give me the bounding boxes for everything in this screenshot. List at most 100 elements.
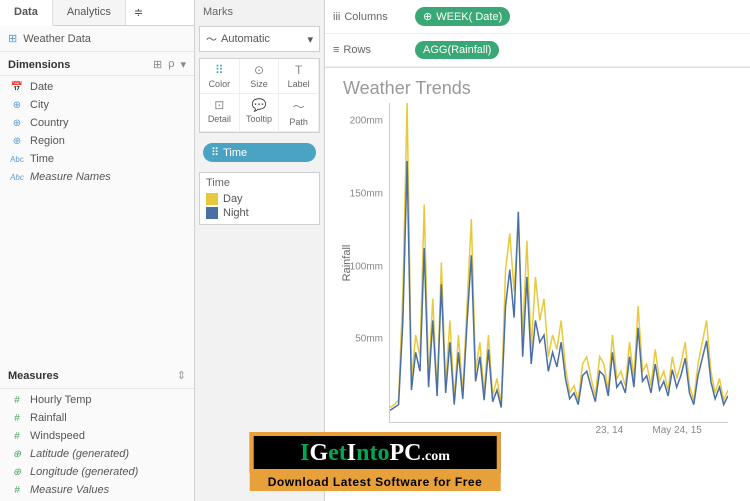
marks-grid: ⠿ Color ⊙ Size TLabel ⊡ Detail 💬 Tooltip 〜 Pa… — [199, 58, 320, 133]
swatch-day — [206, 193, 218, 205]
marks-label[interactable]: TLabel — [279, 59, 319, 94]
color-legend: Time Day Night — [199, 172, 320, 225]
field-date[interactable]: 📅Date — [0, 78, 194, 96]
label-icon: T — [281, 63, 316, 77]
x-axis: 23, 14 May 24, 15 — [389, 425, 728, 443]
legend-item-day[interactable]: Day — [206, 192, 313, 206]
measures-header: Measures ⇕ — [0, 361, 194, 389]
dimensions-title: Dimensions — [8, 59, 70, 71]
path-icon: 〜 — [281, 98, 316, 115]
field-label: Longitude (generated) — [30, 466, 138, 478]
columns-pill[interactable]: ⊕ WEEK( Date) — [415, 7, 510, 26]
field-hourly-temp[interactable]: #Hourly Temp — [0, 391, 194, 409]
pill-label: WEEK( Date) — [436, 11, 502, 23]
field-label: Measure Names — [30, 171, 111, 183]
columns-shelf[interactable]: iii Columns ⊕ WEEK( Date) — [325, 0, 750, 34]
globe-icon: ⊕ — [10, 467, 24, 478]
field-latitude[interactable]: ⊕Latitude (generated) — [0, 445, 194, 463]
shelves: iii Columns ⊕ WEEK( Date) ≡ Rows AGG(Rainfa… — [325, 0, 750, 68]
legend-title: Time — [206, 177, 313, 189]
field-label: Region — [30, 135, 65, 147]
tab-menu-icon[interactable]: ≑ — [126, 0, 151, 25]
y-tick: 200mm — [350, 116, 383, 127]
mark-cell-label: Detail — [208, 114, 231, 124]
chart-title[interactable]: Weather Trends — [343, 78, 732, 99]
marks-tooltip[interactable]: 💬 Tooltip — [240, 94, 280, 132]
plot-area[interactable] — [389, 103, 728, 423]
globe-icon: ⊕ — [10, 136, 24, 147]
marks-pill-time[interactable]: ⠿ Time — [203, 143, 316, 162]
number-icon: # — [10, 395, 24, 406]
mark-cell-label: Tooltip — [246, 114, 272, 124]
search-icon[interactable]: ρ — [168, 58, 174, 71]
marks-panel: Marks 〜 Automatic ▾ ⠿ Color ⊙ Size TLabel ⊡… — [195, 0, 325, 501]
tab-analytics[interactable]: Analytics — [53, 0, 126, 25]
x-tick: 23, 14 — [595, 425, 623, 436]
legend-label: Day — [223, 193, 243, 205]
globe-icon: ⊕ — [10, 449, 24, 460]
y-axis: Rainfall 50mm 100mm 150mm 200mm — [343, 103, 387, 423]
field-rainfall[interactable]: #Rainfall — [0, 409, 194, 427]
field-measure-names[interactable]: AbcMeasure Names — [0, 168, 194, 186]
chevron-down-icon: ▾ — [307, 33, 313, 46]
line-chart-svg — [390, 103, 728, 422]
chart[interactable]: Rainfall 50mm 100mm 150mm 200mm 23, 14 M… — [343, 103, 732, 443]
swatch-night — [206, 207, 218, 219]
marks-path[interactable]: 〜 Path — [279, 94, 319, 132]
x-tick: May 24, 15 — [652, 425, 701, 436]
marks-type-dropdown[interactable]: 〜 Automatic ▾ — [199, 26, 320, 52]
field-city[interactable]: ⊕City — [0, 96, 194, 114]
field-label: Time — [30, 153, 54, 165]
field-country[interactable]: ⊕Country — [0, 114, 194, 132]
mark-cell-label: Path — [289, 117, 308, 127]
dimensions-list: 📅Date ⊕City ⊕Country ⊕Region AbcTime Abc… — [0, 76, 194, 188]
marks-detail[interactable]: ⊡ Detail — [200, 94, 240, 132]
pill-label: AGG(Rainfall) — [423, 44, 491, 56]
columns-icon: iii — [333, 11, 340, 23]
field-label: Rainfall — [30, 412, 67, 424]
y-tick: 50mm — [355, 334, 383, 345]
plus-icon: ⊕ — [423, 10, 432, 23]
line-icon: 〜 — [206, 31, 217, 47]
field-label: City — [30, 99, 49, 111]
globe-icon: ⊕ — [10, 118, 24, 129]
tab-data[interactable]: Data — [0, 0, 53, 26]
rows-pill[interactable]: AGG(Rainfall) — [415, 41, 499, 59]
field-windspeed[interactable]: # Windspeed — [0, 427, 194, 445]
pill-label: Time — [223, 147, 247, 159]
color-icon: ⠿ — [202, 63, 237, 77]
field-label: Date — [30, 81, 53, 93]
number-icon: # — [10, 485, 24, 496]
panel-tabs: Data Analytics ≑ — [0, 0, 194, 26]
measures-title: Measures — [8, 370, 59, 382]
size-icon: ⊙ — [242, 63, 277, 77]
legend-item-night[interactable]: Night — [206, 206, 313, 220]
menu-caret-icon[interactable]: ▾ — [180, 58, 186, 71]
rows-icon: ≡ — [333, 44, 339, 56]
marks-title: Marks — [199, 4, 320, 20]
field-measure-values[interactable]: #Measure Values — [0, 481, 194, 499]
y-tick: 100mm — [350, 261, 383, 272]
mark-cell-label: Size — [250, 79, 268, 89]
measures-list: #Hourly Temp #Rainfall #Windspeed ⊕Latit… — [0, 389, 194, 501]
shelf-label-text: Rows — [343, 44, 371, 56]
field-label: Windspeed — [30, 430, 85, 442]
marks-size[interactable]: ⊙ Size — [240, 59, 280, 94]
tooltip-icon: 💬 — [242, 98, 277, 112]
data-panel: Data Analytics ≑ ⊞ Weather Data Dimensio… — [0, 0, 195, 501]
rows-shelf[interactable]: ≡ Rows AGG(Rainfall) — [325, 34, 750, 67]
abc-icon: Abc — [10, 155, 24, 164]
detail-icon: ⊡ — [202, 98, 237, 112]
field-longitude[interactable]: ⊕ Longitude (generated) — [0, 463, 194, 481]
marks-type-label: Automatic — [221, 33, 270, 45]
resize-handle-icon[interactable]: ⇕ — [177, 367, 186, 384]
number-icon: # — [10, 431, 24, 442]
marks-color[interactable]: ⠿ Color — [200, 59, 240, 94]
field-time[interactable]: Abc Time — [0, 150, 194, 168]
field-region[interactable]: ⊕ Region — [0, 132, 194, 150]
datasource-row[interactable]: ⊞ Weather Data — [0, 26, 194, 52]
mark-cell-label: Color — [209, 79, 231, 89]
shelf-label-text: Columns — [344, 11, 387, 23]
color-dots-icon: ⠿ — [211, 146, 219, 159]
view-grid-icon[interactable]: ⊞ — [153, 58, 162, 71]
